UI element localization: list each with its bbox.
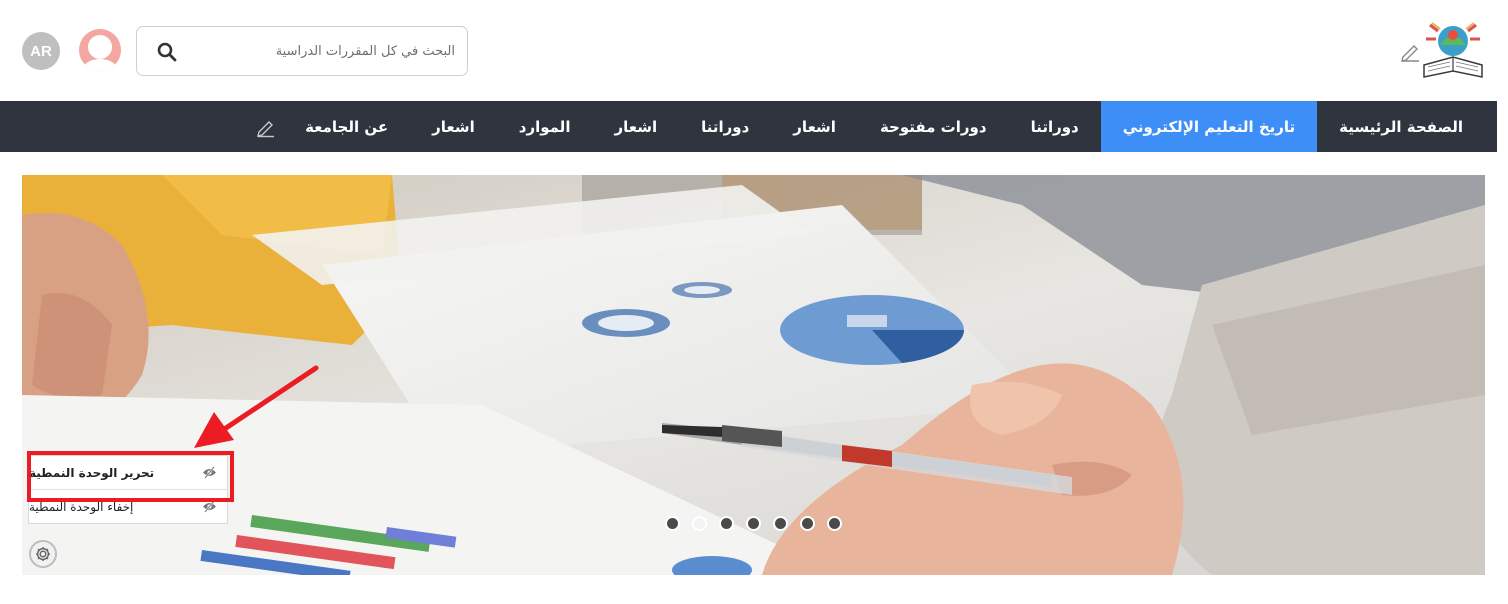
edit-pencil-icon [257, 120, 275, 137]
nav-item-label: الموارد [518, 117, 571, 136]
annotation-arrow [194, 365, 319, 448]
carousel-dot[interactable] [746, 516, 761, 531]
carousel-dot[interactable] [692, 516, 707, 531]
carousel-indicators [665, 516, 842, 531]
nav-item-open-courses[interactable]: دورات مفتوحة [858, 101, 1009, 152]
nav-item-about-university[interactable]: عن الجامعة [283, 101, 410, 152]
language-badge[interactable]: AR [22, 32, 60, 70]
nav-item-notice[interactable]: اشعار [771, 101, 858, 152]
carousel-dot[interactable] [827, 516, 842, 531]
nav-item-label: اشعار [614, 117, 658, 136]
search-input[interactable] [197, 35, 455, 67]
carousel-dot[interactable] [719, 516, 734, 531]
carousel-dot[interactable] [800, 516, 815, 531]
nav-item-notice-3[interactable]: اشعار [410, 101, 497, 152]
nav-item-elearning-history[interactable]: تاريخ التعليم الإلكتروني [1100, 101, 1318, 152]
user-avatar[interactable] [79, 29, 121, 71]
nav-item-label: الصفحة الرئيسية [1339, 117, 1463, 136]
university-logo[interactable] [1420, 17, 1486, 83]
nav-item-notice-2[interactable]: اشعار [592, 101, 679, 152]
nav-item-resources[interactable]: الموارد [497, 101, 593, 152]
search-box [136, 26, 468, 76]
avatar-body-shape [82, 59, 118, 71]
nav-item-label: اشعار [432, 117, 475, 136]
nav-item-our-courses-2[interactable]: دوراتنا [679, 101, 771, 152]
annotation-highlight-box [27, 451, 234, 502]
carousel-dot[interactable] [773, 516, 788, 531]
nav-item-label: عن الجامعة [305, 117, 389, 136]
search-icon[interactable] [157, 42, 177, 62]
gear-icon[interactable] [29, 540, 57, 568]
nav-edit-button[interactable] [249, 101, 283, 152]
nav-item-label: تاريخ التعليم الإلكتروني [1122, 117, 1296, 136]
nav-item-label: اشعار [793, 117, 836, 136]
carousel-dot[interactable] [665, 516, 680, 531]
nav-item-label: دورات مفتوحة [879, 117, 987, 136]
nav-item-label: دوراتنا [701, 117, 750, 136]
site-header: AR [0, 0, 1508, 100]
nav-item-our-courses[interactable]: دوراتنا [1009, 101, 1101, 152]
main-navigation: الصفحة الرئيسية تاريخ التعليم الإلكتروني… [0, 101, 1497, 152]
nav-item-label: دوراتنا [1030, 117, 1079, 136]
nav-item-home[interactable]: الصفحة الرئيسية [1317, 101, 1485, 152]
avatar-head-shape [88, 35, 112, 59]
edit-logo-icon[interactable] [1399, 40, 1421, 62]
